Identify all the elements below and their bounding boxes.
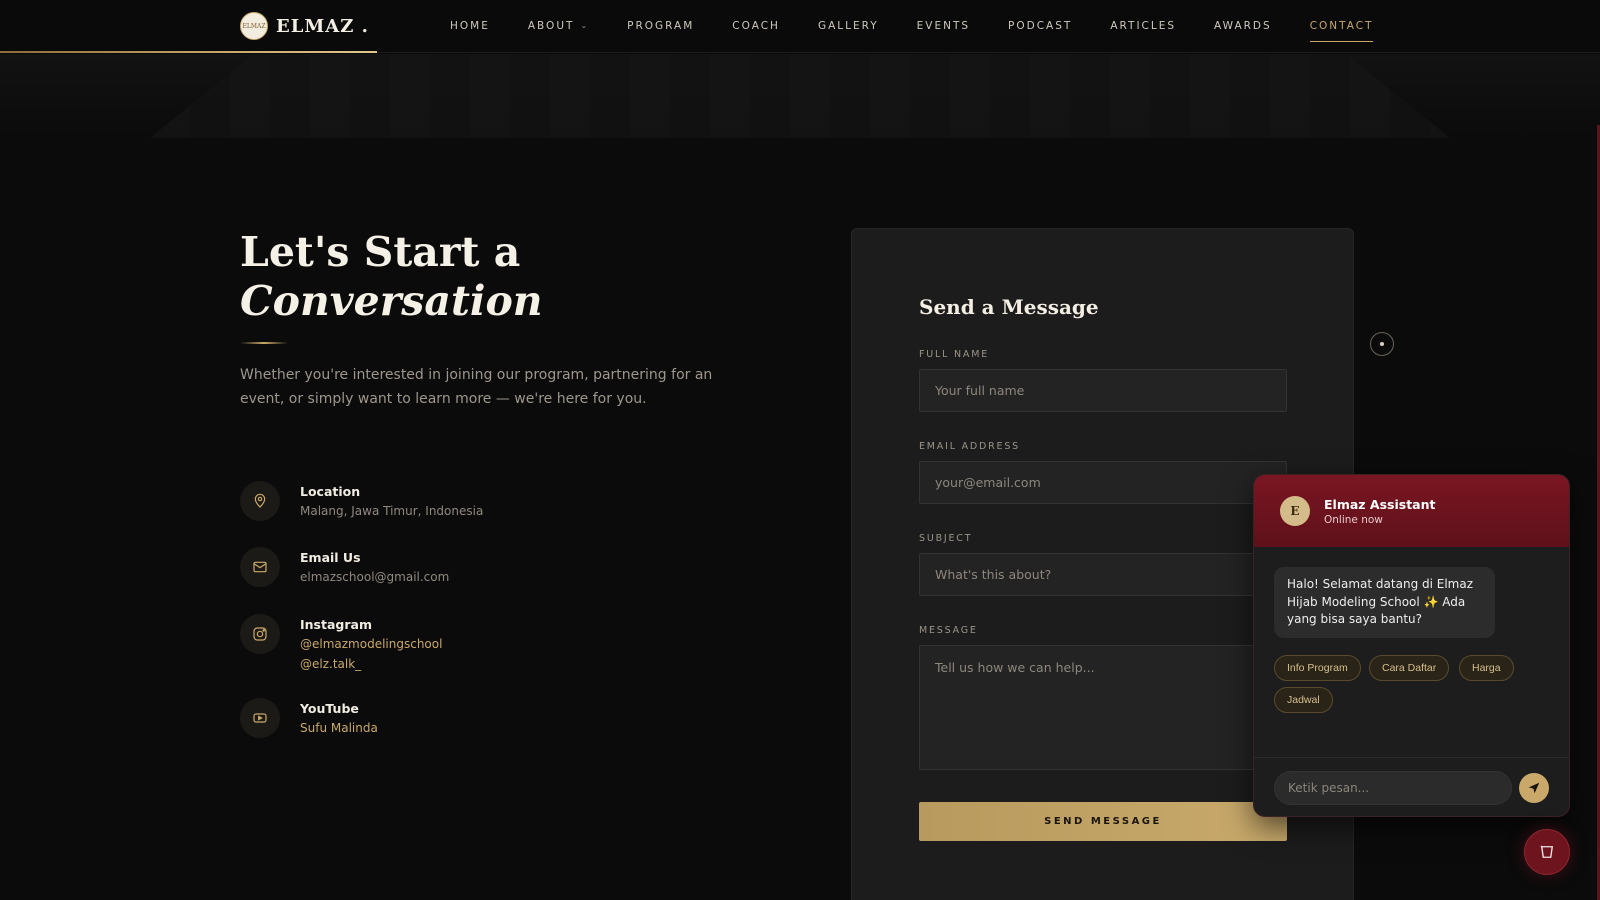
contact-title: YouTube <box>300 701 359 716</box>
contact-title: Email Us <box>300 550 361 565</box>
full-name-label: FULL NAME <box>919 349 990 360</box>
send-message-button[interactable]: SEND MESSAGE <box>919 802 1287 841</box>
page-heading: Let's Start a Conversation <box>240 228 543 326</box>
chat-message-input[interactable] <box>1274 771 1512 805</box>
brand-logo[interactable]: ELMAZ <box>240 12 268 40</box>
email-label: EMAIL ADDRESS <box>919 441 1021 452</box>
nav-item-home[interactable]: HOME <box>450 20 490 34</box>
nav-item-podcast[interactable]: PODCAST <box>1008 20 1072 34</box>
contact-email: Email Us elmazschool@gmail.com <box>240 547 449 587</box>
chip-harga[interactable]: Harga <box>1459 655 1514 681</box>
subject-label: SUBJECT <box>919 533 973 544</box>
nav-item-gallery[interactable]: GALLERY <box>818 20 879 34</box>
chat-input-bar <box>1254 757 1569 816</box>
map-pin-icon <box>240 481 280 521</box>
instagram-link-1[interactable]: @elmazmodelingschool <box>300 634 442 654</box>
subject-field[interactable] <box>919 553 1287 596</box>
chip-jadwal[interactable]: Jadwal <box>1274 687 1333 713</box>
chat-messages: Halo! Selamat datang di Elmaz Hijab Mode… <box>1254 547 1569 757</box>
chat-status: Online now <box>1324 513 1383 526</box>
chat-widget: E Elmaz Assistant Online now Halo! Selam… <box>1253 474 1570 817</box>
floating-dot-button[interactable] <box>1370 332 1394 356</box>
heading-line-1: Let's Start a <box>240 228 521 276</box>
contact-title: Instagram <box>300 617 372 632</box>
nav-label: PODCAST <box>1008 19 1073 32</box>
intro-text: Whether you're interested in joining our… <box>240 367 713 407</box>
nav-item-events[interactable]: EVENTS <box>917 20 970 34</box>
send-icon <box>1528 782 1540 794</box>
nav-item-about[interactable]: ABOUT ⌄ <box>528 20 589 34</box>
contact-title: Location <box>300 484 361 499</box>
instagram-icon <box>240 614 280 654</box>
nav-label: GALLERY <box>817 19 879 32</box>
contact-location: Location Malang, Jawa Timur, Indonesia <box>240 481 483 521</box>
youtube-link[interactable]: Sufu Malinda <box>300 718 378 738</box>
message-label: MESSAGE <box>919 625 978 636</box>
chat-toggle-icon <box>1540 845 1554 858</box>
contact-youtube: YouTube Sufu Malinda <box>240 698 378 738</box>
nav-label: COACH <box>732 19 780 32</box>
mail-icon <box>240 547 280 587</box>
main-nav: HOME ABOUT ⌄ PROGRAM COACH GALLERY EVENTS… <box>450 0 1411 53</box>
nav-label: HOME <box>450 19 490 32</box>
instagram-link-2[interactable]: @elz.talk_ <box>300 654 442 674</box>
nav-item-coach[interactable]: COACH <box>732 20 780 34</box>
contact-value[interactable]: elmazschool@gmail.com <box>300 567 449 587</box>
nav-label: CONTACT <box>1309 19 1374 32</box>
nav-label: AWARDS <box>1214 19 1272 32</box>
contact-value: Malang, Jawa Timur, Indonesia <box>300 504 484 518</box>
form-title: Send a Message <box>919 295 1099 319</box>
brand[interactable]: ELMAZ ELMAZ . <box>240 12 369 40</box>
nav-label: PROGRAM <box>627 19 695 32</box>
scroll-progress-bar <box>0 51 377 53</box>
contact-instagram: Instagram @elmazmodelingschool @elz.talk… <box>240 614 442 674</box>
brand-name[interactable]: ELMAZ . <box>276 16 369 37</box>
nav-item-program[interactable]: PROGRAM <box>627 20 694 34</box>
chip-cara-daftar[interactable]: Cara Daftar <box>1369 655 1450 681</box>
chat-toggle-button[interactable] <box>1524 829 1570 875</box>
site-header: ELMAZ ELMAZ . HOME ABOUT ⌄ PROGRAM COACH … <box>0 0 1600 53</box>
dot-icon <box>1380 342 1384 346</box>
email-field[interactable] <box>919 461 1287 504</box>
chat-assistant-name: Elmaz Assistant <box>1324 496 1436 512</box>
chat-send-button[interactable] <box>1519 773 1549 803</box>
hero-image-strip <box>0 54 1600 138</box>
nav-item-awards[interactable]: AWARDS <box>1214 20 1272 34</box>
full-name-field[interactable] <box>919 369 1287 412</box>
nav-label: EVENTS <box>916 19 971 32</box>
chevron-down-icon: ⌄ <box>580 21 590 30</box>
chat-message-bubble: Halo! Selamat datang di Elmaz Hijab Mode… <box>1274 567 1495 638</box>
nav-label: ABOUT <box>527 19 575 32</box>
chip-info-program[interactable]: Info Program <box>1274 655 1361 681</box>
chat-header: E Elmaz Assistant Online now <box>1254 475 1569 547</box>
heading-line-2: Conversation <box>240 277 543 325</box>
nav-label: ARTICLES <box>1110 19 1177 32</box>
nav-item-articles[interactable]: ARTICLES <box>1110 20 1176 34</box>
youtube-icon <box>240 698 280 738</box>
avatar: E <box>1280 496 1310 526</box>
heading-divider <box>240 342 288 344</box>
nav-item-contact[interactable]: CONTACT <box>1309 19 1374 42</box>
message-field[interactable] <box>919 645 1287 770</box>
